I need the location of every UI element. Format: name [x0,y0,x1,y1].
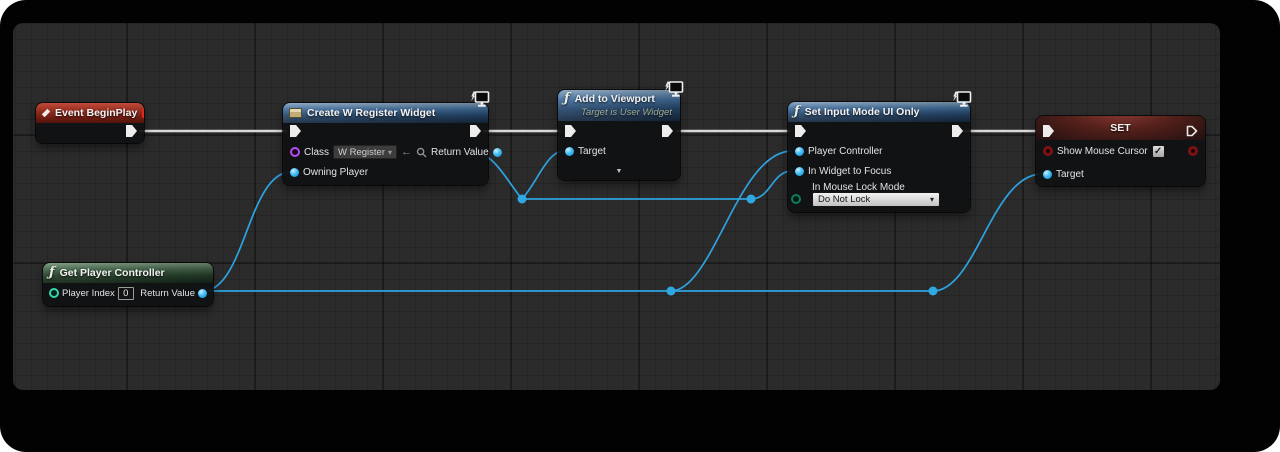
wire-layer [0,0,1280,452]
reroute-node[interactable] [667,287,676,296]
node-event-beginplay[interactable]: Event BeginPlay [36,103,144,143]
target-label: Target [1056,169,1084,180]
blueprint-editor-window: Event BeginPlay Create W Register Widget… [0,0,1280,452]
cosmetic-monitor-icon [663,81,684,98]
event-icon [42,109,50,117]
exec-out-pin[interactable] [126,125,137,137]
in-widget-to-focus-label: In Widget to Focus [808,166,891,177]
class-pin[interactable] [290,147,300,157]
node-header[interactable]: ƒ Set Input Mode UI Only [788,102,970,122]
target-pin[interactable] [1043,170,1052,179]
exec-out-pin[interactable] [1186,125,1198,137]
reroute-node[interactable] [929,287,938,296]
node-header[interactable]: Event BeginPlay [36,103,144,123]
owning-player-label: Owning Player [303,167,368,178]
node-header[interactable]: Create W Register Widget [283,103,488,123]
exec-in-pin[interactable] [795,125,806,137]
data-wire-playercontroller-to-owningplayer [203,172,291,291]
player-controller-label: Player Controller [808,146,882,157]
return-value-label: Return Value [431,147,489,158]
node-header[interactable]: SET [1036,116,1205,140]
reroute-node[interactable] [747,195,756,204]
mouse-lock-mode-value: Do Not Lock [818,194,870,205]
exec-in-pin[interactable] [290,125,301,137]
exec-out-pin[interactable] [662,125,673,137]
return-value-pin[interactable] [493,148,502,157]
node-title: Add to Viewport [575,93,655,105]
target-label: Target [578,146,606,157]
mouse-lock-mode-select[interactable]: Do Not Lock ▾ [812,192,940,207]
node-subtitle: Target is User Widget [581,107,674,118]
node-header[interactable]: ƒ Get Player Controller [43,263,213,283]
node-add-to-viewport[interactable]: ƒ Add to Viewport Target is User Widget … [558,90,680,180]
node-create-w-register-widget[interactable]: Create W Register Widget Class W Registe… [283,103,488,185]
return-value-label: Return Value [140,288,195,299]
return-value-pin[interactable] [198,289,207,298]
node-title: Get Player Controller [60,267,165,279]
chevron-down-icon: ▾ [388,148,392,157]
in-widget-to-focus-pin[interactable] [795,167,804,176]
node-title: Event BeginPlay [55,107,137,119]
advanced-pins-chevron-icon[interactable]: ▼ [558,168,680,176]
player-controller-pin[interactable] [795,147,804,156]
player-index-input[interactable]: 0 [118,287,134,300]
player-index-pin[interactable] [49,288,59,298]
node-set-show-mouse-cursor[interactable]: SET Show Mouse Cursor ✓ Target [1036,116,1205,186]
class-pin-label: Class [304,147,329,158]
node-title: Create W Register Widget [307,107,435,119]
reset-to-default-icon[interactable]: ← [401,147,412,157]
in-mouse-lock-mode-label: In Mouse Lock Mode [812,182,905,193]
exec-in-pin[interactable] [565,125,576,137]
player-index-label: Player Index [62,288,115,299]
node-title: SET [1110,122,1130,134]
event-debug-icon [142,109,144,118]
node-set-input-mode-ui-only[interactable]: ƒ Set Input Mode UI Only Player Controll… [788,102,970,212]
show-mouse-cursor-pin[interactable] [1043,146,1053,156]
exec-out-pin[interactable] [470,125,481,137]
cosmetic-monitor-icon [469,91,490,108]
node-header[interactable]: ƒ Add to Viewport Target is User Widget [558,90,680,121]
function-icon: ƒ [794,106,800,118]
show-mouse-cursor-checkbox[interactable]: ✓ [1152,145,1165,158]
in-mouse-lock-mode-pin[interactable] [791,194,801,204]
data-wire-to-playercontroller-pin [671,151,792,291]
owning-player-pin[interactable] [290,168,299,177]
widget-icon [289,108,302,118]
output-value-pin[interactable] [1188,146,1198,156]
function-icon: ƒ [49,267,55,279]
cosmetic-monitor-icon [951,91,972,108]
show-mouse-cursor-label: Show Mouse Cursor [1057,146,1148,157]
class-select-value: W Register [338,147,385,158]
function-icon: ƒ [564,93,570,105]
chevron-down-icon: ▾ [930,195,934,204]
data-wire-to-inwidgettofocus [751,171,792,199]
browse-asset-icon[interactable] [416,147,427,158]
reroute-node[interactable] [518,195,527,204]
node-get-player-controller[interactable]: ƒ Get Player Controller Player Index 0 R… [43,263,213,306]
class-select[interactable]: W Register ▾ [333,145,397,159]
exec-out-pin[interactable] [952,125,963,137]
target-pin[interactable] [565,147,574,156]
node-title: Set Input Mode UI Only [805,106,920,118]
